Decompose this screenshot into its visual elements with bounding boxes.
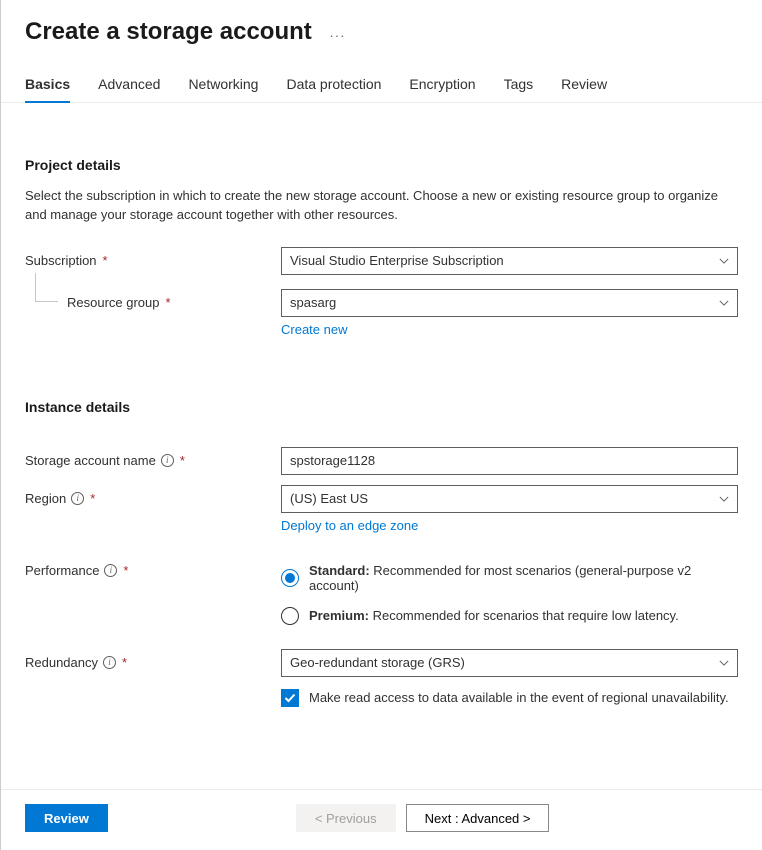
read-access-checkbox[interactable]: Make read access to data available in th… [281,689,738,707]
chevron-down-icon [719,298,729,308]
storage-account-name-label: Storage account name i * [25,447,281,468]
redundancy-label: Redundancy i * [25,649,281,670]
page-title: Create a storage account [25,18,312,46]
chevron-down-icon [719,658,729,668]
performance-standard-radio[interactable]: Standard: Recommended for most scenarios… [281,563,738,593]
checkbox-checked-icon [281,689,299,707]
info-icon[interactable]: i [161,454,174,467]
tab-review[interactable]: Review [561,76,607,102]
performance-premium-radio[interactable]: Premium: Recommended for scenarios that … [281,607,738,625]
radio-unselected-icon [281,607,299,625]
read-access-checkbox-label: Make read access to data available in th… [309,690,729,705]
tab-tags[interactable]: Tags [504,76,534,102]
radio-selected-icon [281,569,299,587]
project-details-desc: Select the subscription in which to crea… [25,187,738,225]
subscription-value: Visual Studio Enterprise Subscription [290,253,504,268]
redundancy-value: Geo-redundant storage (GRS) [290,655,465,670]
subscription-select[interactable]: Visual Studio Enterprise Subscription [281,247,738,275]
create-new-resource-group-link[interactable]: Create new [281,322,347,337]
tab-basics[interactable]: Basics [25,76,70,102]
region-value: (US) East US [290,491,368,506]
performance-standard-label: Standard: Recommended for most scenarios… [309,563,738,593]
storage-account-name-input[interactable]: spstorage1128 [281,447,738,475]
resource-group-select[interactable]: spasarg [281,289,738,317]
instance-details-heading: Instance details [25,399,738,415]
resource-group-value: spasarg [290,295,336,310]
next-button[interactable]: Next : Advanced > [406,804,550,832]
region-label: Region i * [25,485,281,506]
info-icon[interactable]: i [103,656,116,669]
chevron-down-icon [719,494,729,504]
tab-networking[interactable]: Networking [188,76,258,102]
tab-encryption[interactable]: Encryption [409,76,475,102]
chevron-down-icon [719,256,729,266]
redundancy-select[interactable]: Geo-redundant storage (GRS) [281,649,738,677]
wizard-tabs: Basics Advanced Networking Data protecti… [1,76,762,103]
project-details-heading: Project details [25,157,738,173]
info-icon[interactable]: i [104,564,117,577]
performance-label: Performance i * [25,557,281,578]
deploy-edge-zone-link[interactable]: Deploy to an edge zone [281,518,418,533]
tab-advanced[interactable]: Advanced [98,76,160,102]
storage-account-name-value: spstorage1128 [290,453,375,468]
review-button[interactable]: Review [25,804,108,832]
info-icon[interactable]: i [71,492,84,505]
previous-button: < Previous [296,804,396,832]
region-select[interactable]: (US) East US [281,485,738,513]
more-actions-icon[interactable]: ··· [329,28,345,43]
resource-group-label: Resource group* [25,289,281,310]
subscription-label: Subscription* [25,247,281,268]
tab-data-protection[interactable]: Data protection [286,76,381,102]
performance-premium-label: Premium: Recommended for scenarios that … [309,608,679,623]
